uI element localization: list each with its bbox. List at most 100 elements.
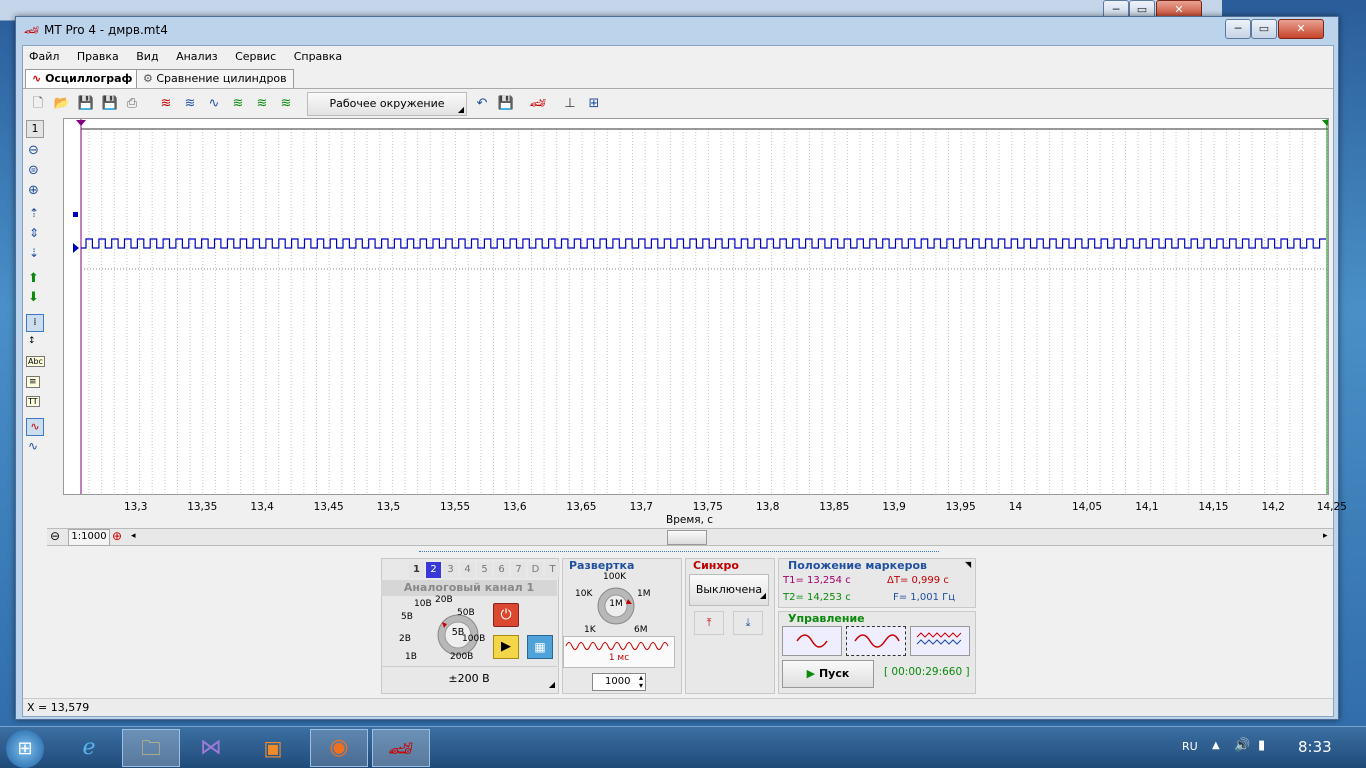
open-folder-icon[interactable]: 📂 <box>53 95 71 113</box>
text-label-icon[interactable]: Abc <box>26 356 45 367</box>
horizontal-scroll-strip: ⊖ 1:1000 ⊕ ◂ ▸ <box>47 528 1333 546</box>
channel-tab-4[interactable]: 4 <box>460 562 475 578</box>
align-icon[interactable]: ≡ <box>26 376 40 388</box>
menu-service[interactable]: Сервис <box>235 50 276 63</box>
save-as-icon[interactable]: 💾 <box>101 95 119 113</box>
cursor-tool-icon[interactable]: ⁞ <box>26 314 44 332</box>
save-workspace-icon[interactable]: 💾 <box>497 95 515 113</box>
zoom-in-icon[interactable]: ⊕ <box>112 529 122 544</box>
channel-tab-7[interactable]: 7 <box>511 562 526 578</box>
shift-center-icon[interactable]: ⇕ <box>29 226 39 240</box>
channel-tab-5[interactable]: 5 <box>477 562 492 578</box>
menu-view[interactable]: Вид <box>136 50 158 63</box>
channels-3-icon[interactable]: ∿ <box>205 95 223 113</box>
menu-analysis[interactable]: Анализ <box>176 50 218 63</box>
scroll-left-icon[interactable]: ◂ <box>131 529 136 544</box>
new-file-icon[interactable]: 🗋 <box>29 95 47 113</box>
mode-repeat-button[interactable] <box>846 626 906 656</box>
x-tick-label: 13,75 <box>692 501 723 513</box>
sort-icon[interactable]: ↕ <box>28 336 36 346</box>
markers-menu-icon[interactable]: ◥ <box>965 560 971 569</box>
minimize-button[interactable]: ─ <box>1225 19 1251 39</box>
channels-5-icon[interactable]: ≋ <box>253 95 271 113</box>
x-tick-label: 13,65 <box>566 501 597 513</box>
sync-dropdown-icon: ◢ <box>759 591 766 600</box>
tab-oscilloscope[interactable]: ∿ Осциллограф <box>25 69 140 89</box>
channel-zero-marker <box>73 243 79 253</box>
start-orb-icon[interactable]: ⊞ <box>6 730 44 768</box>
menu-edit[interactable]: Правка <box>77 50 119 63</box>
arrow-up-green-icon[interactable]: ⬆ <box>28 271 39 286</box>
zoom-fit-vertical-icon[interactable]: ⊜ <box>28 163 39 178</box>
chart-red-icon[interactable]: ∿ <box>26 418 44 436</box>
x-tick-label: 13,4 <box>250 501 274 513</box>
undo-icon[interactable]: ↶ <box>473 95 491 113</box>
samples-input[interactable]: 1000 ▴ ▾ <box>592 673 646 691</box>
start-button[interactable]: ▶ Пуск <box>782 660 874 688</box>
channel-tab-t[interactable]: T <box>545 562 560 578</box>
car-icon[interactable]: 🏎 <box>529 95 547 113</box>
zoom-out-icon[interactable]: ⊖ <box>50 529 60 544</box>
channels-4-icon[interactable]: ≋ <box>229 95 247 113</box>
spin-icon[interactable]: ▴ ▾ <box>639 674 643 690</box>
power-icon[interactable]: ⏻ <box>493 603 519 627</box>
zoom-in-vertical-icon[interactable]: ⊕ <box>28 183 39 198</box>
explorer-icon[interactable]: 🗀 <box>122 729 180 767</box>
workspace-button[interactable]: Рабочее окружение ◢ <box>307 92 467 116</box>
close-button[interactable]: ✕ <box>1278 19 1324 39</box>
channel-selector[interactable]: 1 <box>26 120 44 138</box>
menu-file[interactable]: Файл <box>29 50 59 63</box>
channels-2-icon[interactable]: ≋ <box>181 95 199 113</box>
play-channel-icon[interactable]: ▶ <box>493 635 519 659</box>
channel-tab-1[interactable]: 1 <box>409 562 424 578</box>
media-player-icon[interactable]: ▣ <box>248 731 298 765</box>
rising-edge-icon[interactable]: ⤒ <box>694 611 724 635</box>
window-title: MT Pro 4 - дмрв.mt4 <box>44 23 168 37</box>
fit-icon[interactable]: ⊞ <box>585 95 603 113</box>
channels-6-icon[interactable]: ≋ <box>277 95 295 113</box>
x-tick-label: 14,25 <box>1316 501 1347 513</box>
channel-tab-d[interactable]: D <box>528 562 543 578</box>
channel-tab-2[interactable]: 2 <box>426 562 441 578</box>
sweep-label-1m: 1M <box>637 589 651 599</box>
tray-expand-icon[interactable]: ▲ <box>1212 740 1220 751</box>
panel-divider <box>419 551 939 554</box>
mode-single-button[interactable] <box>782 626 842 656</box>
x-tick-label: 13,95 <box>945 501 976 513</box>
print-icon[interactable]: ⎙ <box>123 95 141 113</box>
menu-help[interactable]: Справка <box>294 50 342 63</box>
taskbar: ⊞ ℯ 🗀 ⋈ ▣ ◉ 🏎 RU ▲ 🔊 ▮ 8:33 <box>0 726 1366 768</box>
calculator-icon[interactable]: ▦ <box>527 635 553 659</box>
scroll-right-icon[interactable]: ▸ <box>1323 529 1328 544</box>
channel-tab-6[interactable]: 6 <box>494 562 509 578</box>
firefox-icon[interactable]: ◉ <box>310 729 368 767</box>
language-indicator[interactable]: RU <box>1182 740 1198 753</box>
tab-cylinders[interactable]: ⚙ Сравнение цилиндров <box>136 69 294 89</box>
visual-studio-icon[interactable]: ⋈ <box>186 731 236 765</box>
shift-up-icon[interactable]: ⇡ <box>29 206 39 220</box>
chart-blue-icon[interactable]: ∿ <box>28 439 38 453</box>
volts-label-10: 10В <box>414 599 432 609</box>
channels-1-icon[interactable]: ≋ <box>157 95 175 113</box>
volts-label-100: 100В <box>462 634 486 644</box>
measure-icon[interactable]: ⊥ <box>561 95 579 113</box>
maximize-button[interactable]: ▭ <box>1251 19 1277 39</box>
mtpro-taskbar-icon[interactable]: 🏎 <box>372 729 430 767</box>
ie-icon[interactable]: ℯ <box>64 731 114 765</box>
title-bar: 🏎 MT Pro 4 - дмрв.mt4 ─ ▭ ✕ <box>16 17 1338 45</box>
falling-edge-icon[interactable]: ⤓ <box>733 611 763 635</box>
zoom-out-vertical-icon[interactable]: ⊖ <box>28 143 39 158</box>
scroll-thumb[interactable] <box>667 530 707 545</box>
channel-range[interactable]: ±200 В ◢ <box>381 666 557 691</box>
clock[interactable]: 8:33 <box>1298 738 1332 756</box>
oscilloscope-plot[interactable] <box>63 118 1332 495</box>
mode-record-button[interactable] <box>910 626 970 656</box>
sync-mode-button[interactable]: Выключена ◢ <box>689 574 769 606</box>
volume-icon[interactable]: 🔊 <box>1234 738 1250 753</box>
save-icon[interactable]: 💾 <box>77 95 95 113</box>
network-icon[interactable]: ▮ <box>1258 738 1265 753</box>
time-labels-icon[interactable]: TT <box>26 396 40 407</box>
arrow-down-green-icon[interactable]: ⬇ <box>28 290 39 305</box>
shift-down-icon[interactable]: ⇣ <box>29 246 39 260</box>
channel-tab-3[interactable]: 3 <box>443 562 458 578</box>
